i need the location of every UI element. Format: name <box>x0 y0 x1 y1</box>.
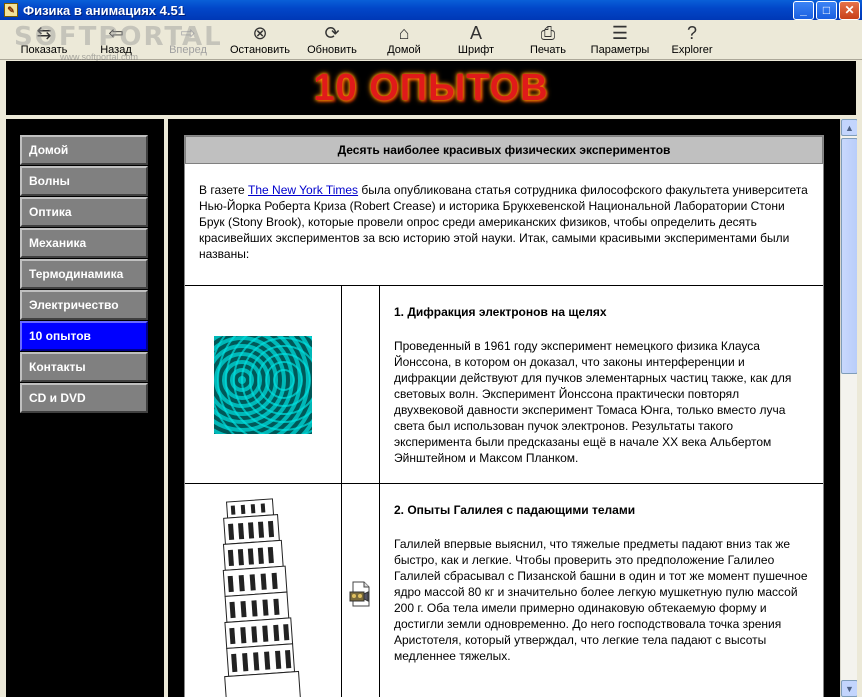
video-file-icon[interactable] <box>349 581 373 607</box>
sidebar-item-1[interactable]: Домой <box>20 135 148 165</box>
sidebar-item-8[interactable]: Контакты <box>20 352 148 382</box>
toolbar-button-label: Explorer <box>671 44 713 56</box>
experiment-1-title: 1. Дифракция электронов на щелях <box>394 305 607 319</box>
window-title: Физика в анимациях 4.51 <box>23 2 185 18</box>
content-frame: Десять наиболее красивых физических эксп… <box>168 119 840 697</box>
experiment-1-description: Проведенный в 1961 году эксперимент неме… <box>394 339 792 465</box>
sidebar-item-7[interactable]: 10 опытов <box>20 321 148 351</box>
experiment-1-image-cell <box>185 286 342 483</box>
experiment-1-text: 1. Дифракция электронов на щелях Проведе… <box>380 286 823 483</box>
sidebar-item-9[interactable]: CD и DVD <box>20 383 148 413</box>
options-icon: ☰ <box>611 23 629 43</box>
intro-text-before: В газете <box>199 183 249 197</box>
title-bar: ✎ Физика в анимациях 4.51 _ □ ✕ <box>0 0 862 20</box>
toolbar-button-print[interactable]: ⎙ Печать <box>512 21 584 59</box>
sidebar-item-4[interactable]: Механика <box>20 228 148 258</box>
intro-paragraph: В газете The New York Times была опублик… <box>185 164 823 286</box>
banner-title: 10 ОПЫТОВ <box>313 66 549 109</box>
scroll-up-button[interactable]: ▲ <box>841 119 858 136</box>
maximize-button[interactable]: □ <box>816 0 837 20</box>
toolbar-button-options[interactable]: ☰ Параметры <box>584 21 656 59</box>
toolbar-button-stop[interactable]: ⊗ Остановить <box>224 21 296 59</box>
nyt-link[interactable]: The New York Times <box>248 183 358 197</box>
window-border <box>857 61 862 697</box>
experiment-2-title: 2. Опыты Галилея с падающими телами <box>394 503 636 517</box>
close-button[interactable]: ✕ <box>839 0 860 20</box>
experiment-2-description: Галилей впервые выяснил, что тяжелые пре… <box>394 537 808 663</box>
refresh-icon: ⟳ <box>324 23 340 43</box>
app-icon[interactable]: ✎ <box>4 3 18 17</box>
print-icon: ⎙ <box>540 23 556 43</box>
sidebar-item-2[interactable]: Волны <box>20 166 148 196</box>
sidebar-nav: Домой Волны Оптика Механика Термодинамика Эле… <box>6 119 164 697</box>
minimize-button[interactable]: _ <box>793 0 814 20</box>
experiment-1-mid-cell <box>342 286 380 483</box>
toolbar-button-label: Остановить <box>229 44 291 56</box>
toolbar-button-label: Шрифт <box>457 44 495 56</box>
vertical-scrollbar[interactable]: ▲ ▼ <box>840 119 858 697</box>
experiment-2-mid-cell <box>342 484 380 697</box>
interference-pattern-image[interactable] <box>214 335 312 434</box>
toolbar-button-refresh[interactable]: ⟳ Обновить <box>296 21 368 59</box>
content-table: Десять наиболее красивых физических эксп… <box>184 135 824 697</box>
scroll-thumb[interactable] <box>841 138 858 374</box>
experiment-row-1: 1. Дифракция электронов на щелях Проведе… <box>185 286 823 484</box>
watermark-logo: SOFTPORTAL <box>14 22 223 52</box>
experiment-2-text: 2. Опыты Галилея с падающими телами Гали… <box>380 484 823 697</box>
toolbar-button-label: Параметры <box>590 44 650 56</box>
sidebar-item-5[interactable]: Термодинамика <box>20 259 148 289</box>
content-header: Десять наиболее красивых физических эксп… <box>185 136 823 164</box>
experiment-2-image-cell <box>185 484 342 697</box>
leaning-tower-of-pisa-image[interactable] <box>208 494 318 697</box>
toolbar-button-explorer[interactable]: ? Explorer <box>656 21 728 59</box>
explorer-icon: ? <box>686 23 697 43</box>
page-banner: 10 ОПЫТОВ <box>6 61 856 115</box>
home-icon: ⌂ <box>398 23 410 43</box>
scroll-down-button[interactable]: ▼ <box>841 680 858 697</box>
toolbar-button-home[interactable]: ⌂ Домой <box>368 21 440 59</box>
toolbar-button-label: Печать <box>529 44 567 56</box>
experiment-row-2: 2. Опыты Галилея с падающими телами Гали… <box>185 484 823 697</box>
toolbar-button-font[interactable]: A Шрифт <box>440 21 512 59</box>
sidebar-item-3[interactable]: Оптика <box>20 197 148 227</box>
toolbar-button-label: Домой <box>387 44 421 56</box>
toolbar-button-label: Обновить <box>307 44 357 56</box>
font-icon: A <box>469 23 482 43</box>
sidebar-item-6[interactable]: Электричество <box>20 290 148 320</box>
stop-icon: ⊗ <box>252 23 268 43</box>
